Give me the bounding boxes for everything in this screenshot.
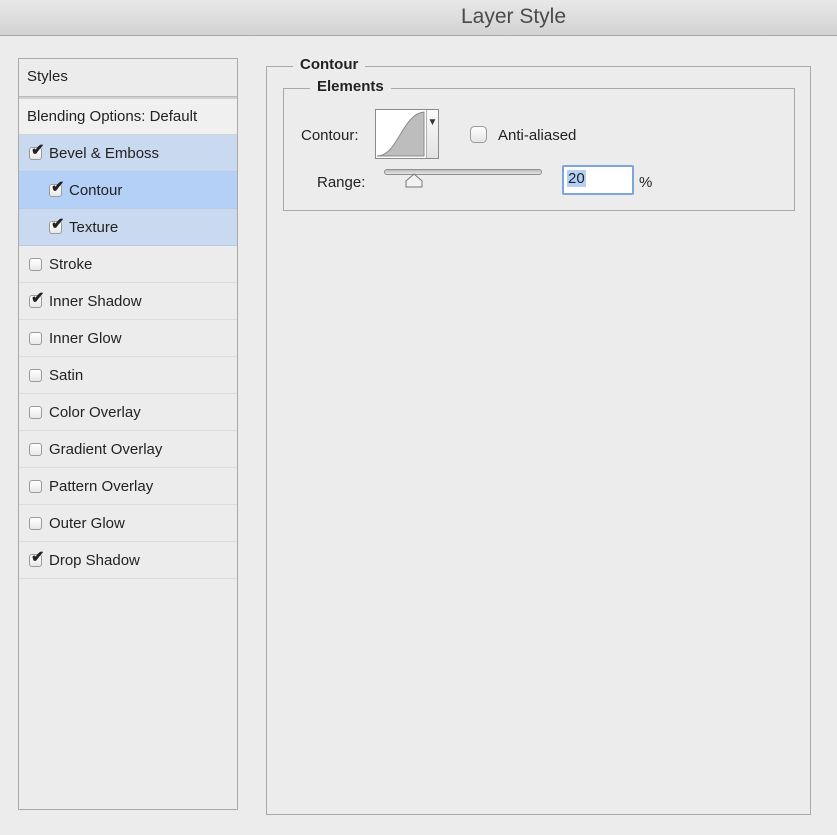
sidebar-item-label: Gradient Overlay (49, 440, 163, 458)
styles-header[interactable]: Styles (19, 59, 237, 97)
range-unit: % (639, 174, 653, 191)
contour-checkbox[interactable]: ✔ (49, 179, 64, 197)
checkmark-icon: ✔ (51, 178, 65, 196)
blending-options-item[interactable]: Blending Options: Default (19, 97, 237, 135)
stroke-checkbox[interactable] (29, 257, 42, 271)
sidebar-item-label: Outer Glow (49, 514, 125, 532)
sidebar-item-contour[interactable]: ✔ Contour (19, 172, 237, 209)
sidebar-item-label: Contour (69, 181, 123, 199)
anti-aliased-label: Anti-aliased (498, 127, 577, 144)
sidebar-item-label: Inner Glow (49, 329, 122, 347)
bevel-emboss-checkbox[interactable]: ✔ (29, 142, 44, 160)
contour-picker[interactable]: ▼ (375, 109, 439, 159)
inner-shadow-checkbox[interactable]: ✔ (29, 290, 44, 308)
texture-checkbox[interactable]: ✔ (49, 216, 64, 234)
pattern-overlay-checkbox[interactable] (29, 479, 42, 493)
outer-glow-checkbox[interactable] (29, 516, 42, 530)
sidebar-item-label: Stroke (49, 255, 93, 273)
gradient-overlay-checkbox[interactable] (29, 442, 42, 456)
title-bar: Layer Style (0, 0, 837, 36)
checkmark-icon: ✔ (31, 548, 45, 566)
sidebar-item-pattern-overlay[interactable]: Pattern Overlay (19, 468, 237, 505)
window-title: Layer Style (460, 5, 567, 28)
sidebar-item-satin[interactable]: Satin (19, 357, 237, 394)
drop-shadow-checkbox[interactable]: ✔ (29, 549, 44, 567)
sidebar-item-texture[interactable]: ✔ Texture (19, 209, 237, 246)
sidebar-item-inner-glow[interactable]: Inner Glow (19, 320, 237, 357)
satin-checkbox[interactable] (29, 368, 42, 382)
styles-sidebar: Styles Blending Options: Default ✔ Bevel… (18, 58, 238, 810)
color-overlay-checkbox[interactable] (29, 405, 42, 419)
sidebar-item-bevel-emboss[interactable]: ✔ Bevel & Emboss (19, 135, 237, 172)
sidebar-item-label: Texture (69, 218, 119, 236)
panel-title: Contour (293, 56, 366, 73)
checkmark-icon: ✔ (51, 215, 65, 233)
chevron-down-icon[interactable]: ▼ (426, 110, 438, 158)
elements-group: Elements Contour: ▼ Anti-aliased Range: (283, 78, 795, 211)
range-label: Range: (317, 174, 366, 191)
contour-curve-preview[interactable] (376, 110, 426, 158)
sidebar-item-gradient-overlay[interactable]: Gradient Overlay (19, 431, 237, 468)
sidebar-item-label: Drop Shadow (49, 551, 140, 569)
sidebar-item-inner-shadow[interactable]: ✔ Inner Shadow (19, 283, 237, 320)
anti-aliased-checkbox[interactable] (470, 126, 487, 143)
inner-glow-checkbox[interactable] (29, 331, 42, 345)
range-slider-thumb[interactable] (404, 173, 424, 189)
sidebar-item-stroke[interactable]: Stroke (19, 246, 237, 283)
sidebar-item-color-overlay[interactable]: Color Overlay (19, 394, 237, 431)
checkmark-icon: ✔ (31, 289, 45, 307)
sidebar-item-drop-shadow[interactable]: ✔ Drop Shadow (19, 542, 237, 579)
group-title: Elements (310, 78, 391, 95)
contour-panel: Contour Elements Contour: ▼ Anti-aliased… (266, 56, 811, 815)
range-input[interactable] (562, 165, 634, 195)
sidebar-item-label: Bevel & Emboss (49, 144, 160, 162)
sidebar-item-label: Satin (49, 366, 84, 384)
sidebar-item-label: Color Overlay (49, 403, 141, 421)
contour-label: Contour: (301, 127, 359, 144)
sidebar-item-label: Inner Shadow (49, 292, 142, 310)
sidebar-item-label: Pattern Overlay (49, 477, 154, 495)
checkmark-icon: ✔ (31, 141, 45, 159)
sidebar-item-outer-glow[interactable]: Outer Glow (19, 505, 237, 542)
